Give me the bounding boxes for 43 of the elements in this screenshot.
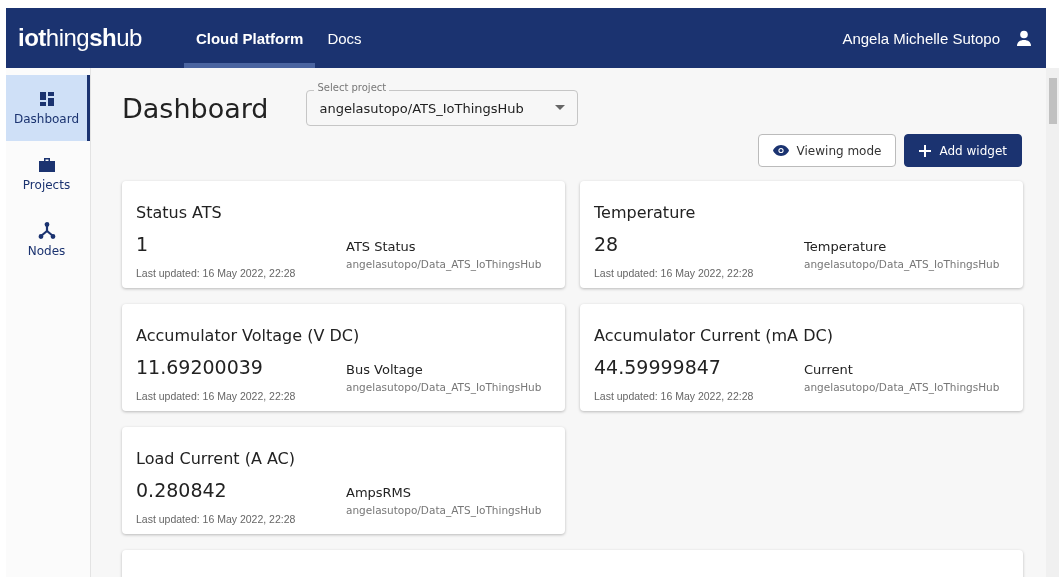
add-widget-button[interactable]: Add widget — [904, 134, 1022, 167]
data-source: angelasutopo/Data_ATS_IoThingsHub — [804, 380, 1001, 393]
data-source: angelasutopo/Data_ATS_IoThingsHub — [346, 503, 543, 516]
nav-tab[interactable]: Docs — [315, 7, 374, 69]
logo[interactable]: iothingshub — [18, 24, 142, 52]
last-updated: Last updated: 16 May 2022, 22:28 — [594, 267, 755, 282]
widget-title: Accumulator Voltage (V DC) — [136, 326, 361, 347]
user-icon[interactable] — [1016, 30, 1032, 46]
variable-name: Temperature — [804, 238, 888, 254]
data-source: angelasutopo/Data_ATS_IoThingsHub — [346, 257, 543, 270]
last-updated: Last updated: 16 May 2022, 22:28 — [594, 390, 755, 405]
dashboard-icon — [38, 90, 55, 107]
plus-icon — [919, 144, 932, 157]
data-source: angelasutopo/Data_ATS_IoThingsHub — [346, 380, 543, 393]
last-updated: Last updated: 16 May 2022, 22:28 — [136, 513, 297, 528]
widget-title: Status ATS — [136, 203, 223, 224]
variable-name: Bus Voltage — [346, 361, 424, 377]
eye-icon — [772, 145, 789, 156]
widget-value: 44.59999847 — [594, 355, 722, 380]
variable-name: AmpsRMS — [346, 484, 413, 500]
widget-title: Temperature — [594, 203, 697, 224]
data-source: angelasutopo/Data_ATS_IoThingsHub — [804, 257, 1001, 270]
page-title: Dashboard — [122, 92, 269, 124]
widget-value: 1 — [136, 232, 150, 257]
user-name[interactable]: Angela Michelle Sutopo — [842, 29, 1000, 47]
scrollbar[interactable] — [1046, 68, 1059, 577]
viewing-mode-button[interactable]: Viewing mode — [757, 134, 897, 167]
widget-value: 28 — [594, 232, 620, 257]
widget-title: Load Current (A AC) — [136, 449, 296, 470]
briefcase-icon — [37, 156, 56, 173]
sidebar-item[interactable]: Projects — [6, 141, 90, 207]
last-updated: Last updated: 16 May 2022, 22:28 — [136, 390, 297, 405]
widget-value: 0.280842 — [136, 478, 228, 503]
variable-name: ATS Status — [346, 238, 417, 254]
widget-value: 11.69200039 — [136, 355, 264, 380]
last-updated: Last updated: 16 May 2022, 22:28 — [136, 267, 297, 282]
field-label: Select project — [314, 82, 390, 93]
nodes-icon — [37, 222, 56, 239]
sidebar-item[interactable]: Nodes — [6, 207, 90, 273]
caret-icon — [555, 105, 566, 111]
widget-title: Accumulator Current (mA DC) — [594, 326, 834, 347]
sidebar-item[interactable]: Dashboard — [6, 75, 90, 141]
variable-name: Current — [804, 361, 854, 377]
